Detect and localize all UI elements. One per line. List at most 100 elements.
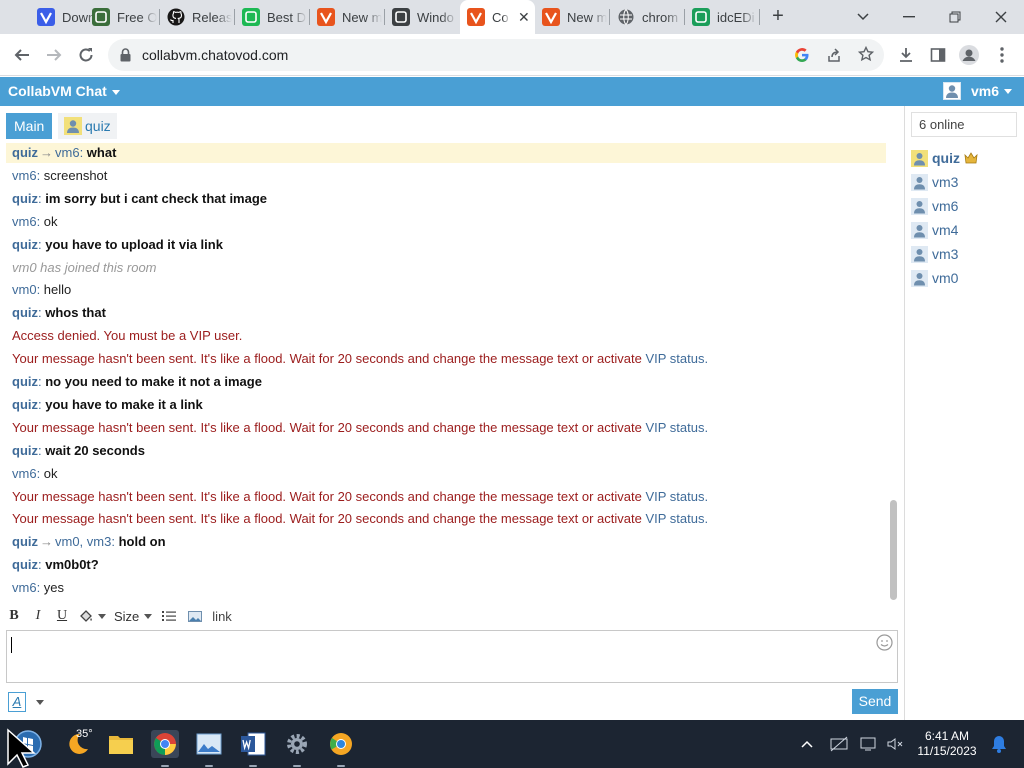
user-list-item[interactable]: vm6 [911,196,958,216]
chrome-canary-icon[interactable] [327,730,355,758]
browser-tab[interactable]: Co ✕ [460,0,535,34]
word-icon[interactable] [239,730,267,758]
link-button[interactable]: link [212,605,232,627]
display-icon[interactable] [855,730,883,758]
message-author[interactable]: quiz [12,397,38,412]
chat-message: Your message hasn't been sent. It's like… [12,509,708,529]
message-author[interactable]: vm6 [12,168,37,183]
message-author[interactable]: quiz [12,374,38,389]
text-cursor [11,637,12,653]
message-author[interactable]: vm0 [12,282,37,297]
restore-icon[interactable] [942,4,968,30]
chevron-down-icon[interactable] [36,700,44,705]
bold-button[interactable]: B [6,605,22,627]
chat-header: CollabVM Chat vm6 [0,77,1024,106]
underline-button[interactable]: U [54,605,70,627]
download-icon[interactable] [894,43,918,67]
network-icon[interactable] [825,730,853,758]
chevron-down-icon [111,89,120,95]
text-color-button[interactable] [78,605,106,627]
message-author[interactable]: quiz [12,443,38,458]
reload-icon[interactable] [74,43,98,67]
user-avatar-icon [911,269,928,287]
lock-icon[interactable] [120,48,131,62]
browser-tab-title: chrom [642,9,679,25]
image-button[interactable] [186,605,204,627]
menu-kebab-icon[interactable] [990,43,1014,67]
chat-title-menu[interactable]: CollabVM Chat [8,83,120,99]
back-icon[interactable] [10,43,34,67]
vivaldi-icon [467,8,485,26]
photos-icon[interactable] [195,730,223,758]
google-icon[interactable] [794,47,810,63]
file-explorer-icon[interactable] [107,730,135,758]
browser-tab[interactable]: Free O [85,4,160,30]
italic-button[interactable]: I [30,605,46,627]
font-style-button[interactable]: A [8,692,26,712]
send-button[interactable]: Send [852,689,898,714]
message-author[interactable]: vm6 [12,466,37,481]
browser-tab[interactable]: Best D [235,4,310,30]
weather-temperature: 35° [76,728,93,740]
close-tab-icon[interactable]: ✕ [518,9,530,26]
address-bar[interactable]: collabvm.chatovod.com [108,39,884,71]
message-colon: : [79,145,87,160]
message-text: yes [43,580,65,596]
user-list-item[interactable]: vm4 [911,220,958,240]
new-tab-button[interactable]: + [767,6,789,28]
side-panel-icon[interactable] [926,43,950,67]
close-window-icon[interactable] [988,4,1014,30]
browser-tab[interactable]: Releas [160,4,235,30]
message-author[interactable]: quiz [12,191,38,206]
tab-search-icon[interactable] [850,4,876,30]
message-author[interactable]: quiz [12,145,38,160]
system-clock[interactable]: 6:41 AM 11/15/2023 [912,729,982,759]
message-author[interactable]: quiz [12,557,38,572]
vip-status-link[interactable]: VIP status [645,351,704,366]
message-recipient[interactable]: vm6 [55,145,80,160]
browser-tab[interactable]: chrom [610,4,685,30]
chevron-down-icon [144,613,153,619]
browser-tab-title: Co [492,9,509,25]
message-scrollbar[interactable] [890,500,897,600]
user-list-item[interactable]: quiz [911,148,978,168]
message-author[interactable]: vm6 [12,580,37,595]
message-author[interactable]: quiz [12,534,38,549]
browser-tab[interactable]: New m [535,4,610,30]
browser-tab[interactable]: New m [310,4,385,30]
user-list-item[interactable]: vm3 [911,244,958,264]
emoji-icon[interactable] [876,634,893,651]
message-author[interactable]: quiz [12,305,38,320]
font-size-button[interactable]: Size [114,605,153,627]
bookmark-star-icon[interactable] [858,46,874,62]
vip-status-link[interactable]: VIP status [645,489,704,504]
tab-quiz[interactable]: quiz [58,113,117,139]
vip-status-link[interactable]: VIP status [645,420,704,435]
tab-separator [759,9,760,25]
settings-gear-icon[interactable] [283,730,311,758]
user-list-item[interactable]: vm0 [911,268,958,288]
running-app-indicator [205,765,213,767]
profile-icon[interactable] [957,43,981,67]
list-button[interactable] [160,605,178,627]
notification-bell-icon[interactable] [985,730,1013,758]
user-list-item[interactable]: vm3 [911,172,958,192]
forward-icon[interactable] [42,43,66,67]
share-icon[interactable] [826,47,842,63]
message-author[interactable]: quiz [12,237,38,252]
browser-tab[interactable]: idcEDi [685,4,760,30]
minimize-icon[interactable] [896,4,922,30]
chevron-up-icon[interactable] [793,730,821,758]
tab-main[interactable]: Main [6,113,53,139]
message-input[interactable] [6,630,898,683]
user-menu[interactable]: vm6 [942,82,1012,100]
browser-tab[interactable]: Windo [385,4,460,30]
chrome-taskbar-icon[interactable] [151,730,179,758]
volume-muted-icon[interactable] [881,730,909,758]
message-list[interactable]: quiz → vm6: what vm6: screenshot quiz: im so… [0,142,903,602]
image-icon [188,610,203,622]
chat-message: quiz: wait 20 seconds [12,441,145,461]
message-author[interactable]: vm6 [12,214,37,229]
message-recipient[interactable]: vm0, vm3 [55,534,111,549]
vip-status-link[interactable]: VIP status [645,511,704,526]
